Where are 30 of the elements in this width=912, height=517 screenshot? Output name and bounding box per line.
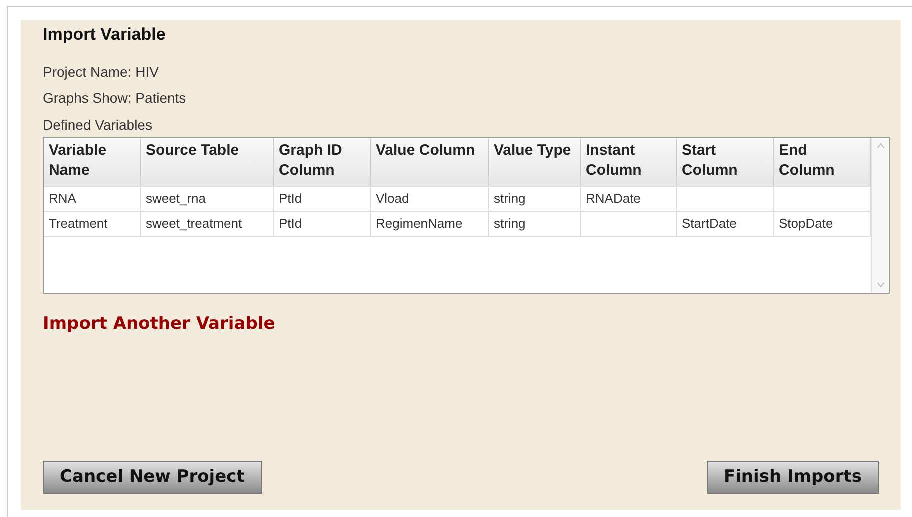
table-cell: Treatment — [49, 216, 108, 231]
column-header: Variable Name — [44, 138, 141, 186]
action-button[interactable]: Finish Imports — [706, 461, 879, 494]
table-cell: sweet_treatment — [146, 216, 242, 231]
table-cell: RNADate — [586, 191, 641, 206]
action-button[interactable]: Cancel New Project — [43, 461, 262, 494]
table-cell: StartDate — [682, 216, 737, 231]
table-cell: Vload — [376, 191, 410, 206]
scroll-up-icon[interactable] — [874, 141, 886, 151]
table-cell: string — [494, 216, 526, 231]
import-another-link[interactable]: Import Another Variable — [43, 312, 276, 338]
column-header: Value Type — [489, 138, 581, 186]
table-cell: sweet_rna — [146, 191, 206, 206]
project-name: Project Name: HIV — [43, 63, 160, 81]
scrollbar[interactable] — [871, 138, 889, 293]
column-header: Graph ID Column — [274, 138, 371, 186]
column-header: Value Column — [371, 138, 489, 186]
table-cell: PtId — [279, 216, 302, 231]
column-header: Instant Column — [581, 138, 677, 186]
scroll-down-icon[interactable] — [874, 280, 886, 290]
column-header: Source Table — [141, 138, 274, 186]
table-cell: RNA — [49, 191, 76, 206]
column-header: Start Column — [677, 138, 774, 186]
table-cell: StopDate — [779, 216, 834, 231]
page-title: Import Variable — [43, 24, 167, 46]
graphs-show: Graphs Show: Patients — [43, 89, 188, 107]
table-cell: RegimenName — [376, 216, 463, 231]
table-cell: PtId — [279, 191, 302, 206]
table-cell: string — [494, 191, 526, 206]
table-label: Defined Variables — [43, 116, 154, 134]
